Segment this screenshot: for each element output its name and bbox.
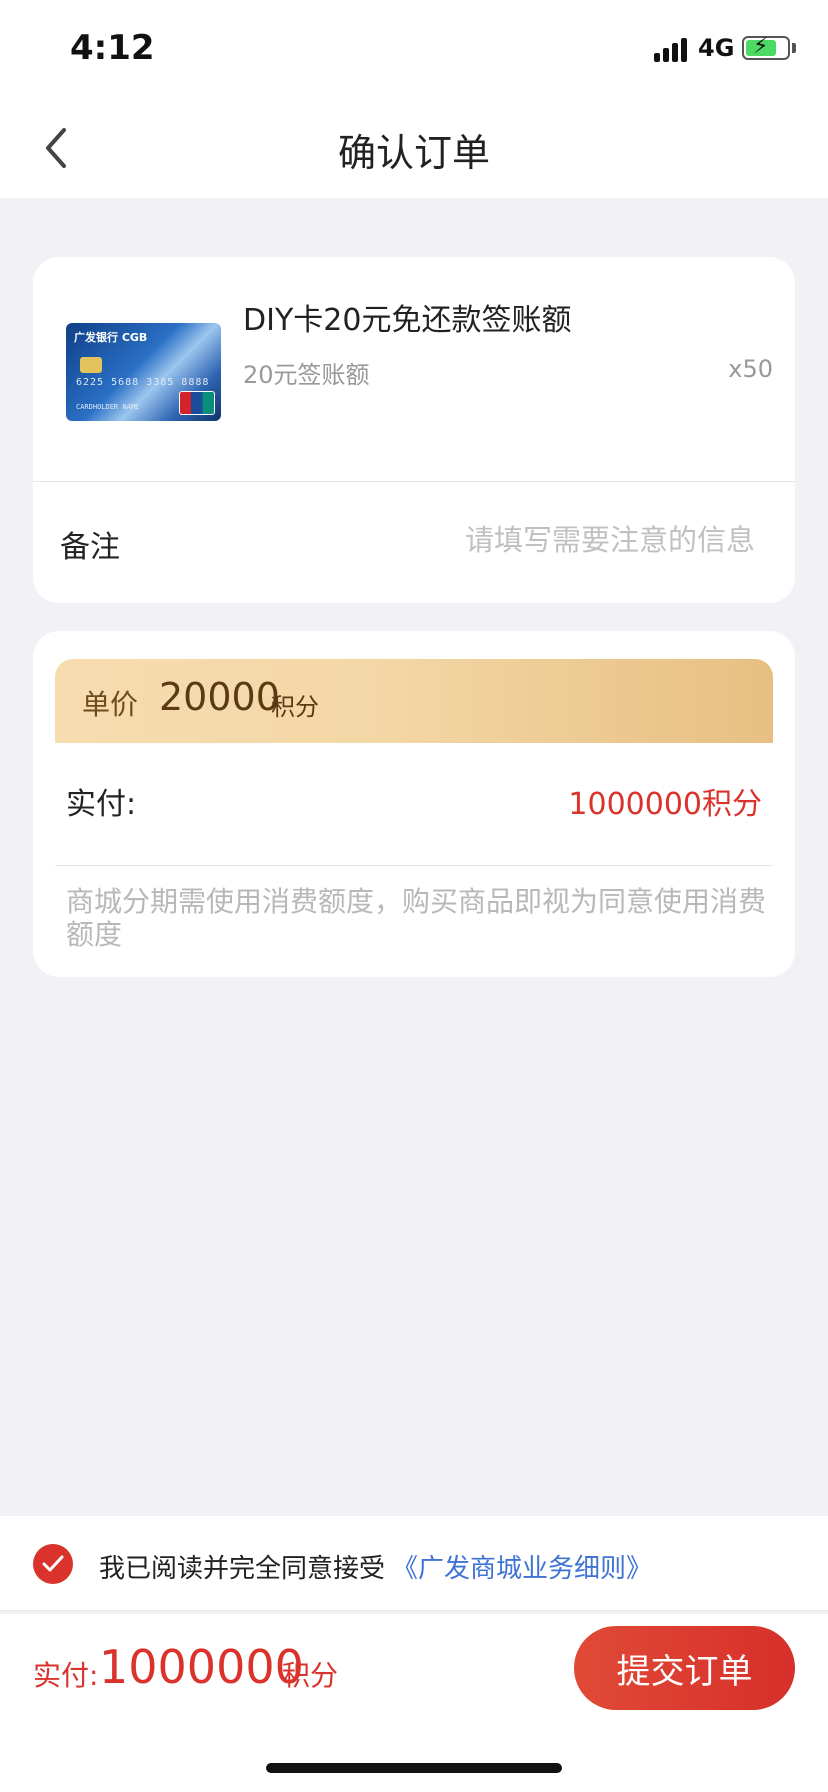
unit-price-banner: 单价 20000 积分: [55, 659, 773, 743]
unionpay-logo: [179, 391, 215, 415]
order-confirm-screen: 4:12 4G ⚡ 确认订单 广发银行 CGB 6225 5688 3385 8…: [0, 0, 828, 1792]
credit-card-image[interactable]: 广发银行 CGB 6225 5688 3385 8888 CARDHOLDER …: [66, 323, 221, 421]
remark-input[interactable]: [395, 515, 755, 565]
card-number: 6225 5688 3385 8888: [76, 377, 210, 388]
unit-price-label: 单价: [82, 688, 139, 721]
divider: [33, 481, 795, 482]
total-unit: 积分: [282, 1659, 339, 1692]
battery-cap: [792, 43, 796, 53]
agreement-text: 我已阅读并完全同意接受: [99, 1554, 386, 1584]
agreement-row: 我已阅读并完全同意接受 《广发商城业务细则》: [0, 1516, 828, 1610]
price-card: 单价 20000 积分 实付: 1000000积分 商城分期需使用消费额度，购买…: [33, 631, 795, 977]
total-value: 1000000: [99, 1640, 304, 1694]
product-card: 广发银行 CGB 6225 5688 3385 8888 CARDHOLDER …: [33, 257, 795, 603]
installment-notice: 商城分期需使用消费额度，购买商品即视为同意使用消费额度: [66, 885, 767, 951]
unit-price-value: 20000: [159, 675, 280, 719]
charging-icon: ⚡: [753, 34, 769, 59]
submit-order-button[interactable]: 提交订单: [574, 1626, 795, 1710]
actual-pay-label: 实付:: [66, 787, 137, 822]
actual-pay-value: 1000000积分: [568, 787, 762, 822]
remark-label: 备注: [60, 530, 120, 565]
divider: [55, 865, 773, 866]
safe-area: [0, 1722, 828, 1792]
page-title: 确认订单: [337, 131, 490, 175]
total-label: 实付:: [33, 1659, 99, 1692]
agreement-link[interactable]: 《广发商城业务细则》: [392, 1548, 652, 1585]
card-holder: CARDHOLDER NAME: [76, 403, 140, 411]
bottom-bar: 实付: 1000000 积分 提交订单: [0, 1614, 828, 1722]
signal-icon: [654, 36, 690, 62]
checkbox-checked-icon[interactable]: [33, 1544, 73, 1584]
network-label: 4G: [698, 34, 735, 62]
product-title: DIY卡20元免还款签账额: [243, 303, 572, 338]
card-bank-text: 广发银行 CGB: [74, 331, 148, 344]
status-time: 4:12: [70, 28, 155, 68]
home-indicator[interactable]: [266, 1763, 562, 1773]
product-quantity: x50: [728, 355, 773, 383]
status-bar: 4:12 4G ⚡: [0, 0, 828, 96]
product-subtitle: 20元签账额: [243, 361, 370, 389]
nav-bar: 确认订单: [0, 96, 828, 198]
card-chip: [80, 357, 102, 373]
unit-price-unit: 积分: [271, 693, 319, 721]
